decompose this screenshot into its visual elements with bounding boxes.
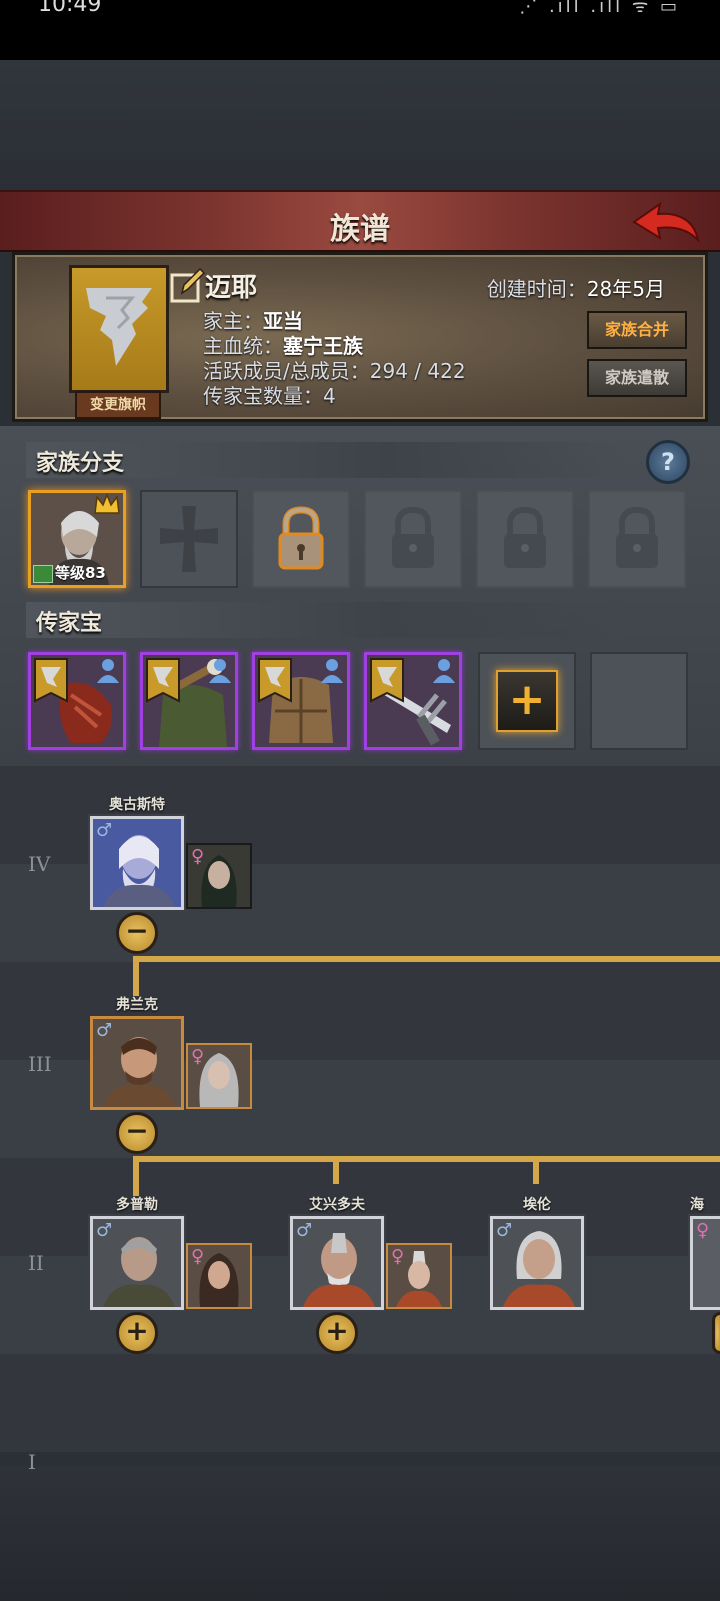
- heirloom-slot-1[interactable]: [28, 652, 126, 750]
- spouse-portrait[interactable]: ♀: [386, 1243, 452, 1309]
- back-arrow-icon[interactable]: [632, 198, 702, 248]
- created-value: 28年5月: [586, 277, 665, 301]
- edit-name-icon[interactable]: [170, 267, 206, 303]
- person-icon: [433, 659, 455, 683]
- top-background: [0, 60, 720, 190]
- person-portrait-augustus[interactable]: ♂: [90, 816, 184, 910]
- disband-family-button[interactable]: 家族遣散: [587, 359, 687, 397]
- tree-connector: [533, 1156, 539, 1184]
- heirlooms-header: 传家宝: [26, 602, 626, 638]
- collapse-button[interactable]: −: [116, 1112, 158, 1154]
- generation-label: III: [28, 1052, 52, 1076]
- person-icon: [209, 659, 231, 683]
- branches-title: 家族分支: [36, 451, 125, 476]
- tree-connector: [133, 1156, 720, 1162]
- person-name: 多普勒: [116, 1197, 158, 1213]
- collapse-button[interactable]: −: [116, 912, 158, 954]
- person-name: 弗兰克: [116, 997, 158, 1013]
- heirloom-slot-3[interactable]: [252, 652, 350, 750]
- family-flag-icon: [34, 658, 68, 703]
- person-portrait-aixingduofu[interactable]: ♂: [290, 1216, 384, 1310]
- person-name: 奥古斯特: [109, 797, 165, 813]
- heirloom-empty-slot[interactable]: [590, 652, 688, 750]
- generation-label: I: [28, 1450, 36, 1474]
- members-value: 294 / 422: [369, 359, 466, 383]
- lock-icon: [392, 506, 434, 568]
- family-flag-icon: [146, 658, 180, 703]
- crown-icon: [94, 493, 120, 514]
- person-name: 海: [690, 1197, 704, 1213]
- spouse-portrait[interactable]: ♀: [186, 843, 252, 909]
- plus-icon: +: [508, 674, 546, 725]
- title-banner: 族谱: [0, 190, 720, 252]
- person-name: 艾兴多夫: [309, 1197, 365, 1213]
- female-icon: ♀: [191, 846, 205, 867]
- branch-slot-locked-3[interactable]: [588, 490, 686, 588]
- person-icon: [97, 659, 119, 683]
- person-portrait-partial[interactable]: ♀: [690, 1216, 720, 1310]
- male-icon: ♂: [296, 1220, 313, 1241]
- male-icon: ♂: [96, 820, 113, 841]
- male-icon: ♂: [496, 1220, 513, 1241]
- female-icon: ♀: [696, 1220, 710, 1241]
- family-flag-icon: [370, 658, 404, 703]
- help-button[interactable]: ?: [646, 440, 690, 484]
- add-heirloom-button[interactable]: +: [496, 670, 558, 732]
- spouse-portrait[interactable]: ♀: [186, 1043, 252, 1109]
- family-name: 迈耶: [205, 273, 258, 303]
- person-portrait-ailun[interactable]: ♂: [490, 1216, 584, 1310]
- female-icon: ♀: [191, 1046, 205, 1067]
- branch-slot-1[interactable]: 等级83: [28, 490, 126, 588]
- family-info-panel: 变更旗帜 迈耶 创建时间：28年5月 家主：亚当 主血统：塞宁王族 活跃成员/总…: [12, 252, 708, 422]
- generation-label: IV: [28, 852, 51, 876]
- branch-level: 等级83: [33, 562, 106, 583]
- lock-icon: [616, 506, 658, 568]
- tree-connector: [133, 956, 139, 996]
- male-icon: ♂: [96, 1220, 113, 1241]
- tree-connector: [133, 1156, 139, 1196]
- merge-family-button[interactable]: 家族合并: [587, 311, 687, 349]
- person-portrait-doppler[interactable]: ♂: [90, 1216, 184, 1310]
- status-bar: 10:49 ⋰ .ıll .ıll ᯤ ▭: [0, 0, 720, 60]
- cross-emblem-icon: [160, 506, 218, 572]
- created-time: 创建时间：28年5月: [487, 273, 665, 302]
- tree-connector: [333, 1156, 339, 1184]
- person-portrait-frank[interactable]: ♂: [90, 1016, 184, 1110]
- tree-connector: [133, 956, 720, 962]
- person-icon: [321, 659, 343, 683]
- female-icon: ♀: [191, 1246, 205, 1267]
- status-icons: ⋰ .ıll .ıll ᯤ ▭: [519, 0, 680, 17]
- created-label: 创建时间：: [486, 277, 587, 301]
- heirloom-slot-2[interactable]: [140, 652, 238, 750]
- male-icon: ♂: [96, 1020, 113, 1041]
- expand-button[interactable]: [712, 1312, 720, 1354]
- expand-button[interactable]: +: [116, 1312, 158, 1354]
- family-flag[interactable]: [69, 265, 169, 393]
- branches-header: 家族分支: [26, 442, 626, 478]
- expand-button[interactable]: +: [316, 1312, 358, 1354]
- spouse-portrait[interactable]: ♀: [186, 1243, 252, 1309]
- branch-slot-locked-2[interactable]: [476, 490, 574, 588]
- generation-label: II: [28, 1251, 44, 1275]
- change-flag-button[interactable]: 变更旗帜: [75, 391, 161, 419]
- heirloom-count-label: 传家宝数量：: [203, 384, 323, 408]
- person-name: 埃伦: [523, 1197, 551, 1213]
- page-title: 族谱: [330, 212, 390, 247]
- bottom-background: [0, 1466, 720, 1601]
- clock: 10:49: [38, 0, 102, 17]
- branch-slot-locked-1[interactable]: [364, 490, 462, 588]
- branch-slot-2[interactable]: [140, 490, 238, 588]
- heirloom-add-slot[interactable]: +: [478, 652, 576, 750]
- lock-icon: [504, 506, 546, 568]
- female-icon: ♀: [391, 1246, 405, 1267]
- heirloom-count-value: 4: [323, 384, 336, 408]
- branch-slot-unlockable[interactable]: [252, 490, 350, 588]
- lock-glow-icon: [278, 506, 324, 570]
- heirlooms-title: 传家宝: [36, 611, 103, 636]
- family-flag-icon: [258, 658, 292, 703]
- tree-band: [0, 1354, 720, 1452]
- heirloom-slot-4[interactable]: [364, 652, 462, 750]
- heirloom-count-line: 传家宝数量：4: [203, 380, 336, 409]
